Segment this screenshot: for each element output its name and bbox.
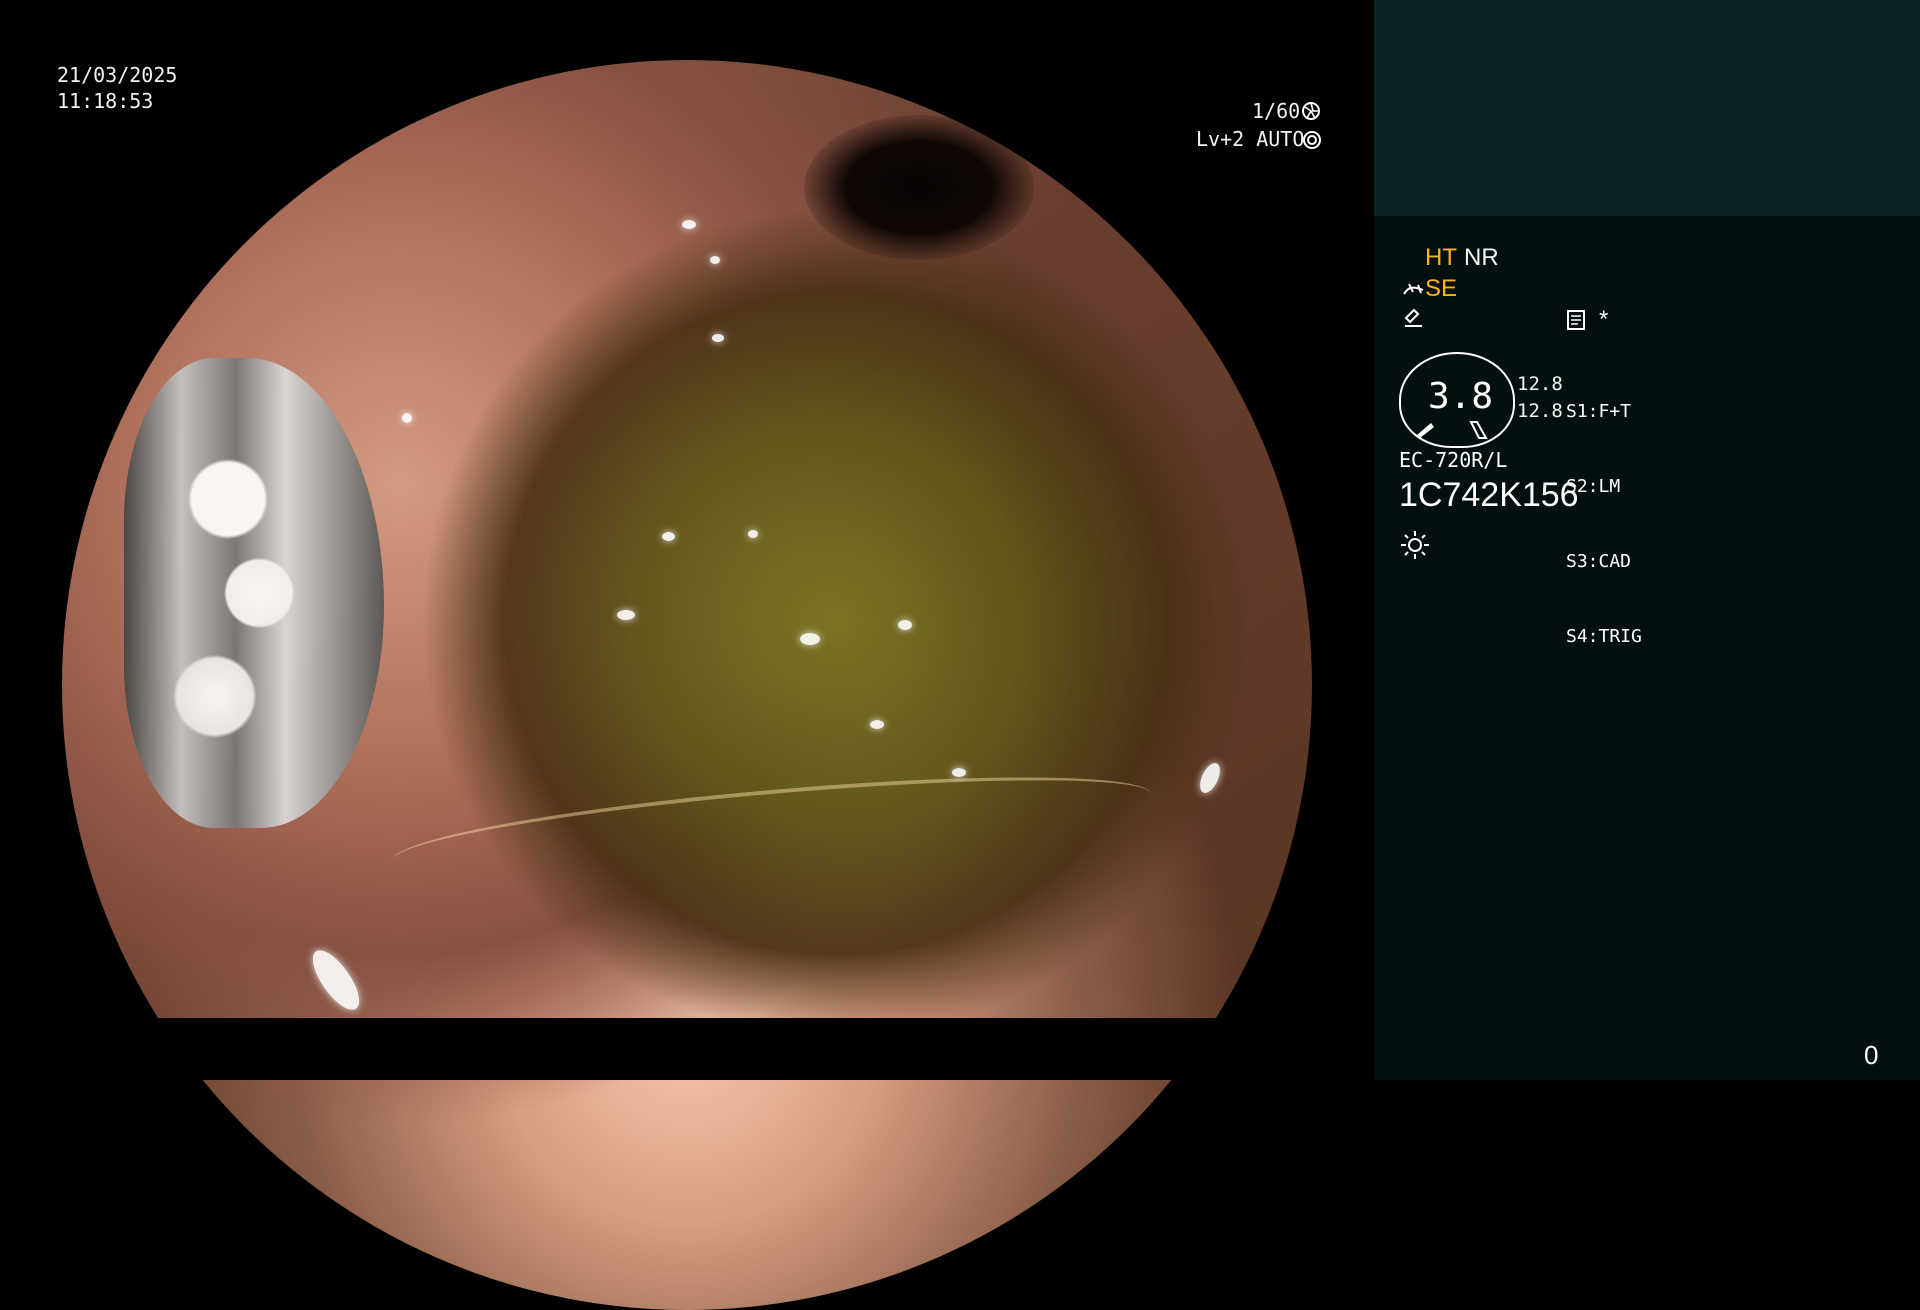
scope-icon — [1403, 283, 1424, 295]
top-mask — [0, 0, 1374, 60]
auto-exposure-icon — [1303, 131, 1321, 149]
light-icon — [1401, 531, 1429, 559]
specular-highlight — [952, 768, 966, 777]
document-icon — [1567, 310, 1585, 330]
shutter-text: 1/60 — [1252, 99, 1301, 123]
lumen-dark-area — [804, 115, 1034, 260]
endoscopy-video-area: 21/03/2025 11:18:53 1/60 Lv+2 AUTO — [0, 0, 1374, 1310]
ht-label: HT — [1425, 244, 1457, 271]
specular-highlight — [617, 610, 635, 620]
specular-highlight — [800, 633, 820, 645]
specular-highlight — [748, 530, 758, 538]
setting-s1: S1:F+T — [1566, 401, 1632, 422]
scope-serial: 1C742K156 — [1399, 476, 1579, 514]
panel-top-block — [1374, 0, 1920, 216]
specular-highlight — [898, 620, 912, 630]
counter-text: 0 — [1864, 1040, 1879, 1070]
bottom-mask — [0, 1018, 1374, 1080]
specular-highlight — [304, 943, 368, 1017]
time-text: 11:18:53 — [57, 89, 154, 113]
gauge-left-value-2: 12.8 — [1517, 400, 1563, 422]
scope-model: EC-720R/L — [1399, 448, 1508, 472]
aperture-icon — [1302, 102, 1320, 120]
freeze-icon — [1404, 308, 1422, 327]
se-label: SE — [1425, 275, 1458, 302]
gauge-marker-right — [1469, 421, 1488, 439]
specular-highlight — [712, 334, 724, 342]
level-mode-text: Lv+2 AUTO — [1196, 127, 1305, 151]
gauge-marker-left — [1417, 423, 1434, 438]
specular-highlight — [402, 413, 412, 423]
fluid-reflection-line — [390, 757, 1154, 897]
specular-highlight — [1195, 760, 1225, 796]
specular-highlight — [710, 256, 720, 264]
nr-label: NR — [1464, 244, 1499, 271]
setting-s4: S4:TRIG — [1566, 626, 1642, 647]
date-text: 21/03/2025 — [57, 63, 178, 87]
specular-highlight — [870, 720, 884, 729]
endoscope-cap — [124, 358, 384, 828]
endoscopic-image — [62, 60, 1312, 1310]
setting-s3: S3:CAD — [1566, 551, 1632, 572]
specular-highlight — [682, 220, 696, 229]
specular-highlight — [662, 532, 675, 541]
gauge-value: 3.8 — [1428, 376, 1494, 417]
star-icon: * — [1599, 306, 1609, 333]
gauge-left-value-1: 12.8 — [1517, 373, 1563, 395]
